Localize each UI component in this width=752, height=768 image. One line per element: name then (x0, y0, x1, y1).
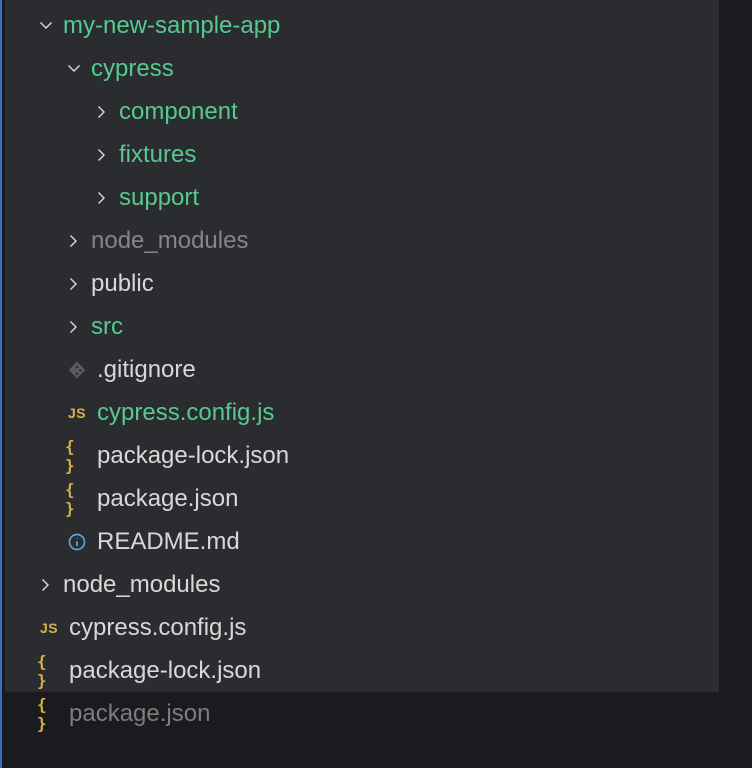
chevron-down-icon (65, 60, 83, 78)
json-icon: { } (65, 480, 89, 518)
js-icon: JS (65, 405, 89, 421)
tree-label: package-lock.json (97, 442, 289, 470)
tree-folder-node-modules[interactable]: node_modules (5, 219, 719, 262)
tree-folder-cypress[interactable]: cypress (5, 47, 719, 90)
tree-label: .gitignore (97, 356, 196, 384)
tree-folder-src[interactable]: src (5, 305, 719, 348)
chevron-right-icon (93, 189, 111, 207)
tree-label: support (119, 184, 199, 212)
chevron-right-icon (65, 232, 83, 250)
tree-folder-fixtures[interactable]: fixtures (5, 133, 719, 176)
file-explorer-panel: my-new-sample-app cypress component fixt… (5, 0, 719, 692)
info-icon (65, 532, 89, 552)
tree-label: cypress (91, 55, 174, 83)
chevron-right-icon (65, 318, 83, 336)
tree-label: component (119, 98, 238, 126)
tree-file-package-json[interactable]: { } package.json (5, 477, 719, 520)
chevron-right-icon (65, 275, 83, 293)
tree-label: package.json (69, 700, 210, 728)
tree-file-package-lock-outer[interactable]: { } package-lock.json (5, 649, 719, 692)
tree-folder-support[interactable]: support (5, 176, 719, 219)
tree-label: README.md (97, 528, 240, 556)
tree-label: fixtures (119, 141, 196, 169)
json-icon: { } (37, 652, 61, 690)
tree-label: package.json (97, 485, 238, 513)
chevron-right-icon (93, 146, 111, 164)
tree-label: package-lock.json (69, 657, 261, 685)
js-icon: JS (37, 620, 61, 636)
tree-folder-root[interactable]: my-new-sample-app (5, 4, 719, 47)
tree-file-package-lock[interactable]: { } package-lock.json (5, 434, 719, 477)
tree-folder-component[interactable]: component (5, 90, 719, 133)
tree-file-readme[interactable]: README.md (5, 520, 719, 563)
git-icon (65, 360, 89, 380)
tree-file-gitignore[interactable]: .gitignore (5, 348, 719, 391)
tree-file-cypress-config[interactable]: JS cypress.config.js (5, 391, 719, 434)
chevron-right-icon (37, 576, 55, 594)
json-icon: { } (65, 437, 89, 475)
tree-label: node_modules (91, 227, 248, 255)
file-explorer-below: { } package.json (5, 692, 719, 735)
tree-label: src (91, 313, 123, 341)
tree-label: cypress.config.js (97, 399, 274, 427)
tree-label: public (91, 270, 154, 298)
tree-label: node_modules (63, 571, 220, 599)
tree-label: cypress.config.js (69, 614, 246, 642)
chevron-right-icon (93, 103, 111, 121)
json-icon: { } (37, 695, 61, 733)
tree-folder-node-modules-outer[interactable]: node_modules (5, 563, 719, 606)
tree-file-package-json-outer[interactable]: { } package.json (5, 692, 719, 735)
tree-folder-public[interactable]: public (5, 262, 719, 305)
tree-file-cypress-config-outer[interactable]: JS cypress.config.js (5, 606, 719, 649)
tree-label: my-new-sample-app (63, 12, 280, 40)
chevron-down-icon (37, 17, 55, 35)
